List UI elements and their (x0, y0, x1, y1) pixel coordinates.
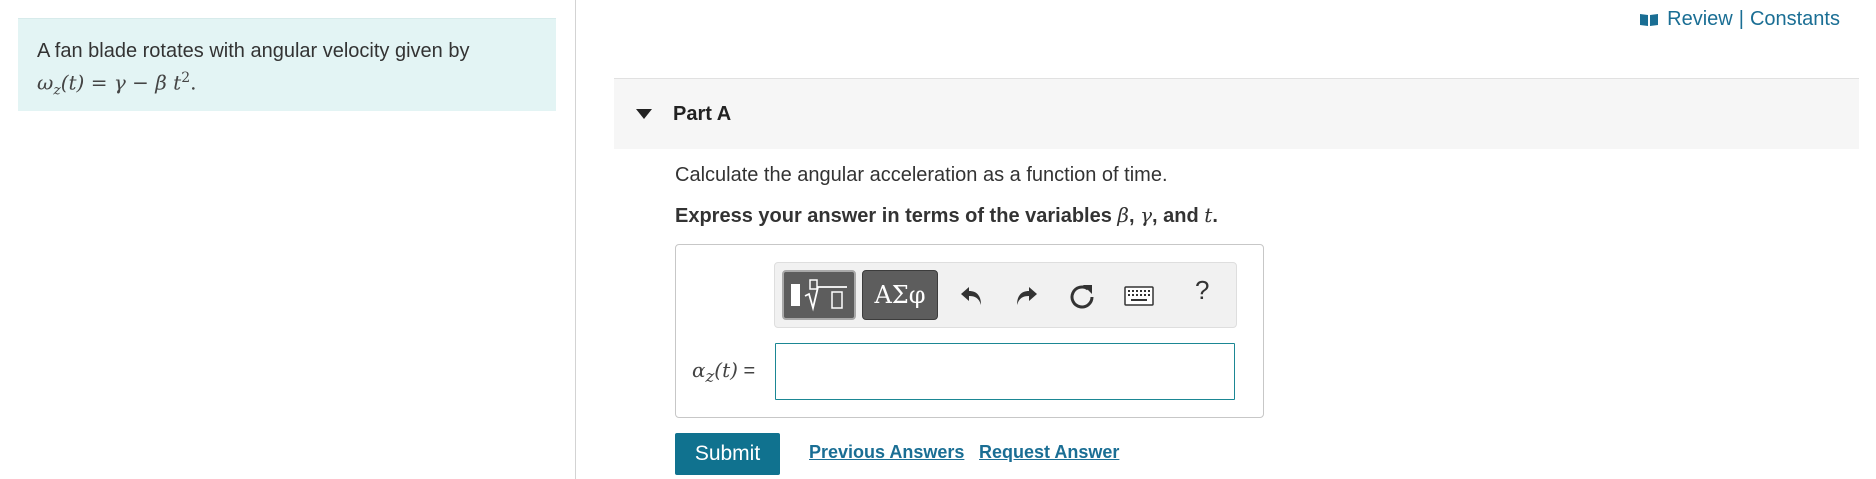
answer-label: αz(t) = (692, 358, 755, 386)
undo-icon[interactable] (955, 279, 989, 313)
previous-answers-link[interactable]: Previous Answers (809, 442, 964, 463)
answer-input[interactable] (775, 343, 1235, 400)
omega-symbol: ω (37, 70, 54, 95)
review-link[interactable]: Review (1667, 8, 1733, 31)
keyboard-icon[interactable] (1122, 279, 1156, 313)
problem-statement: A fan blade rotates with angular velocit… (18, 18, 556, 111)
answer-instructions: Express your answer in terms of the vari… (675, 203, 1218, 228)
templates-button[interactable] (782, 270, 856, 320)
equals-sign: = (743, 360, 756, 382)
greek-symbols-button[interactable]: ΑΣφ (862, 270, 938, 320)
redo-icon[interactable] (1009, 279, 1043, 313)
equation-period: . (190, 70, 197, 95)
collapse-caret-icon[interactable] (636, 109, 652, 119)
alpha-symbol: α (692, 358, 706, 382)
book-icon (1640, 13, 1659, 26)
equation-body: (t) = γ − β t (60, 70, 182, 95)
var-gamma: γ (1140, 203, 1153, 227)
link-separator: | (1738, 8, 1744, 30)
constants-link[interactable]: Constants (1750, 8, 1840, 31)
panel-divider (575, 0, 576, 479)
var-beta: β (1117, 203, 1129, 227)
templates-icon (791, 279, 847, 312)
instruction-comma: , (1128, 205, 1141, 227)
part-title: Part A (673, 102, 732, 125)
answer-box: ΑΣφ ? αz(t) = (675, 244, 1264, 418)
alpha-argument: (t) (714, 358, 738, 382)
part-a-header[interactable]: Part A (614, 78, 1859, 149)
question-text: Calculate the angular acceleration as a … (675, 164, 1168, 186)
alpha-subscript: z (705, 367, 715, 386)
reset-icon[interactable] (1065, 279, 1099, 313)
instruction-end: . (1212, 205, 1218, 227)
instruction-prefix: Express your answer in terms of the vari… (675, 205, 1118, 227)
math-toolbar: ΑΣφ ? (774, 262, 1237, 328)
problem-text: A fan blade rotates with angular velocit… (37, 40, 470, 62)
request-answer-link[interactable]: Request Answer (979, 442, 1119, 463)
problem-equation: ωz(t) = γ − β t2. (37, 65, 537, 105)
instruction-and: , and (1152, 205, 1205, 227)
equation-exponent: 2 (181, 70, 191, 86)
help-icon[interactable]: ? (1195, 275, 1209, 306)
omega-subscript: z (53, 82, 61, 99)
review-constants-links: Review | Constants (1639, 8, 1840, 31)
submit-button[interactable]: Submit (675, 433, 780, 475)
